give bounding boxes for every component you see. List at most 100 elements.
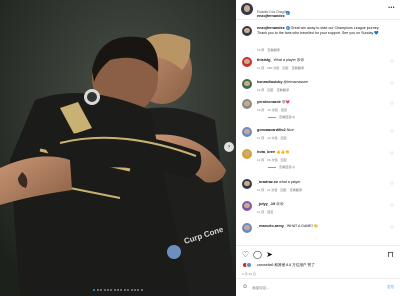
comment-text: 😍😍 xyxy=(276,202,284,206)
comment-translate[interactable]: 查看翻译 xyxy=(292,66,304,70)
commenter-avatar[interactable] xyxy=(242,79,252,89)
comment-text-block: gonzaacardillo2 Nice xyxy=(257,128,385,133)
commenter-username[interactable]: konradlosicky xyxy=(257,80,283,84)
next-photo-arrow[interactable]: › xyxy=(224,142,234,152)
likes-summary[interactable]: carusella6 和其他 8.8 万位用户 赞了 xyxy=(257,263,315,268)
post-location[interactable]: Estadio Dos Dragões xyxy=(257,10,289,14)
comment-like-heart-icon[interactable]: ♡ xyxy=(390,225,394,231)
comment-like-heart-icon[interactable]: ♡ xyxy=(390,59,394,65)
commenter-username[interactable]: thisisfg_ xyxy=(257,58,273,62)
carousel-dot xyxy=(117,289,119,291)
view-replies-link[interactable]: 查看回复(2) xyxy=(268,114,295,119)
carousel-dot xyxy=(93,289,96,291)
bookmark-icon[interactable]: ⊓ xyxy=(386,250,395,259)
comment-meta: 11 周回复 xyxy=(257,209,276,214)
comment-text-block: yeroleonarde 😍💗 xyxy=(257,100,385,105)
commenter-avatar[interactable] xyxy=(242,99,252,109)
comments-list[interactable]: enzojfernandez ✓ Great win away to start … xyxy=(236,21,400,244)
comment-like-heart-icon[interactable]: ♡ xyxy=(390,151,394,157)
comment-text-block: konradlosicky @fernamassee xyxy=(257,80,385,85)
carousel-dots xyxy=(0,289,236,291)
photo-illustration: Curp Cone xyxy=(0,0,236,296)
commenter-username[interactable]: _marcelo.army_ xyxy=(257,224,286,228)
commenter-username[interactable]: yeroleonarde xyxy=(257,100,281,104)
post-comment-button[interactable]: 发布 xyxy=(387,285,394,290)
comment-likes: 11 次赞 xyxy=(267,188,278,192)
comment-item: _julyy_.19 😍😍 11 周回复 ♡ xyxy=(236,201,400,221)
comment-translate[interactable]: 查看翻译 xyxy=(277,88,289,92)
comment-time: 11 周 xyxy=(257,66,265,70)
carousel-dot xyxy=(113,289,116,291)
caption-avatar[interactable] xyxy=(242,26,252,36)
comment-text-block: _julyy_.19 😍😍 xyxy=(257,202,385,207)
comment-icon[interactable]: ◯ xyxy=(253,250,262,259)
comment-text: Nice xyxy=(286,128,294,132)
likes-row[interactable]: carusella6 和其他 8.8 万位用户 赞了 xyxy=(242,262,398,269)
comment-item: gonzaacardillo2 Nice 11 周 12 次赞 回复 ♡ xyxy=(236,127,400,147)
comment-text-block: _bradraz.ee what a player xyxy=(257,180,385,185)
carousel-dot xyxy=(106,289,109,291)
commenter-username[interactable]: gonzaacardillo2 xyxy=(257,128,286,132)
comment-reply[interactable]: 回复 xyxy=(281,158,287,162)
chevron-right-icon[interactable]: › xyxy=(228,144,230,150)
author-avatar[interactable] xyxy=(241,3,253,15)
comment-reply[interactable]: 回复 xyxy=(267,88,273,92)
comment-like-heart-icon[interactable]: ♡ xyxy=(390,181,394,187)
comment-text: What a player 😍😍 xyxy=(273,58,305,62)
carousel-dot xyxy=(137,289,140,291)
caption-translate-link[interactable]: 查看翻译 xyxy=(267,48,279,52)
comment-item: _marcelo.army_ WHAT A GAME! 👏 ♡ xyxy=(236,223,400,243)
comment-reply[interactable]: 回复 xyxy=(282,66,288,70)
comment-like-heart-icon[interactable]: ♡ xyxy=(390,129,394,135)
comment-like-heart-icon[interactable]: ♡ xyxy=(390,81,394,87)
commenter-avatar[interactable] xyxy=(242,201,252,211)
paper-plane-icon[interactable]: ➤ xyxy=(265,250,274,259)
city-badge xyxy=(167,245,181,259)
author-username[interactable]: enzojfernandez xyxy=(257,14,285,18)
carousel-dot xyxy=(133,289,136,291)
comment-like-heart-icon[interactable]: ♡ xyxy=(390,203,394,209)
comment-like-heart-icon[interactable]: ♡ xyxy=(390,101,394,107)
comment-likes: 12 次赞 xyxy=(267,136,278,140)
commenter-avatar[interactable] xyxy=(242,127,252,137)
comment-meta: 11 周 260 次赞 回复 查看翻译 xyxy=(257,65,307,70)
comment-meta: 11 周 11 次赞 回复 查看翻译 xyxy=(257,187,305,192)
comment-reply[interactable]: 回复 xyxy=(281,136,287,140)
commenter-username[interactable]: hota_bree xyxy=(257,150,275,154)
like-heart-icon[interactable]: ♡ xyxy=(241,250,250,259)
comment-time: 11 周 xyxy=(257,188,265,192)
comment-reply[interactable]: 回复 xyxy=(280,188,286,192)
comment-meta: 13 周 16 次赞 回复 xyxy=(257,107,290,112)
commenter-avatar[interactable] xyxy=(242,223,252,233)
comment-text-block: thisisfg_ What a player 😍😍 xyxy=(257,58,385,63)
comment-reply[interactable]: 回复 xyxy=(281,108,287,112)
commenter-username[interactable]: _julyy_.19 xyxy=(257,202,275,206)
commenter-avatar[interactable] xyxy=(242,57,252,67)
view-replies-link[interactable]: 查看回复(1) xyxy=(268,164,295,169)
comment-meta: 12 周回复 查看翻译 xyxy=(257,87,292,92)
commenter-avatar[interactable] xyxy=(242,179,252,189)
comment-text: 👍👍👏 xyxy=(276,150,290,154)
post-photo[interactable]: Curp Cone › xyxy=(0,0,236,296)
post-caption: enzojfernandez ✓ Great win away to start … xyxy=(236,25,400,53)
comment-translate[interactable]: 查看翻译 xyxy=(290,188,302,192)
comment-likes: 16 次赞 xyxy=(267,158,278,162)
post-header: enzojfernandez✓ Estadio Dos Dragões ••• xyxy=(236,0,400,20)
commenter-username[interactable]: _bradraz.ee xyxy=(257,180,278,184)
comment-input[interactable] xyxy=(252,284,362,292)
caption-username[interactable]: enzojfernandez xyxy=(257,26,285,30)
more-options-icon[interactable]: ••• xyxy=(388,5,395,11)
comment-item: _bradraz.ee what a player 11 周 11 次赞 回复 查看翻译… xyxy=(236,179,400,199)
comment-reply[interactable]: 回复 xyxy=(267,210,273,214)
caption-time: 13 周 xyxy=(257,48,265,52)
commenter-avatar[interactable] xyxy=(242,149,252,159)
comment-item: hota_bree 👍👍👏 11 周 16 次赞 回复 ♡ 查看回复(1) xyxy=(236,149,400,169)
comment-text: @fernamassee xyxy=(283,80,308,84)
carousel-dot xyxy=(130,289,133,291)
comment-item: yeroleonarde 😍💗 13 周 16 次赞 回复 ♡ 查看回复(2) xyxy=(236,99,400,119)
smiley-icon[interactable]: ☺ xyxy=(242,284,248,290)
comment-time: 13 周 xyxy=(257,108,265,112)
comment-text-block: _marcelo.army_ WHAT A GAME! 👏 xyxy=(257,224,385,229)
carousel-dot xyxy=(123,289,126,291)
comment-text: WHAT A GAME! 👏 xyxy=(286,224,319,228)
